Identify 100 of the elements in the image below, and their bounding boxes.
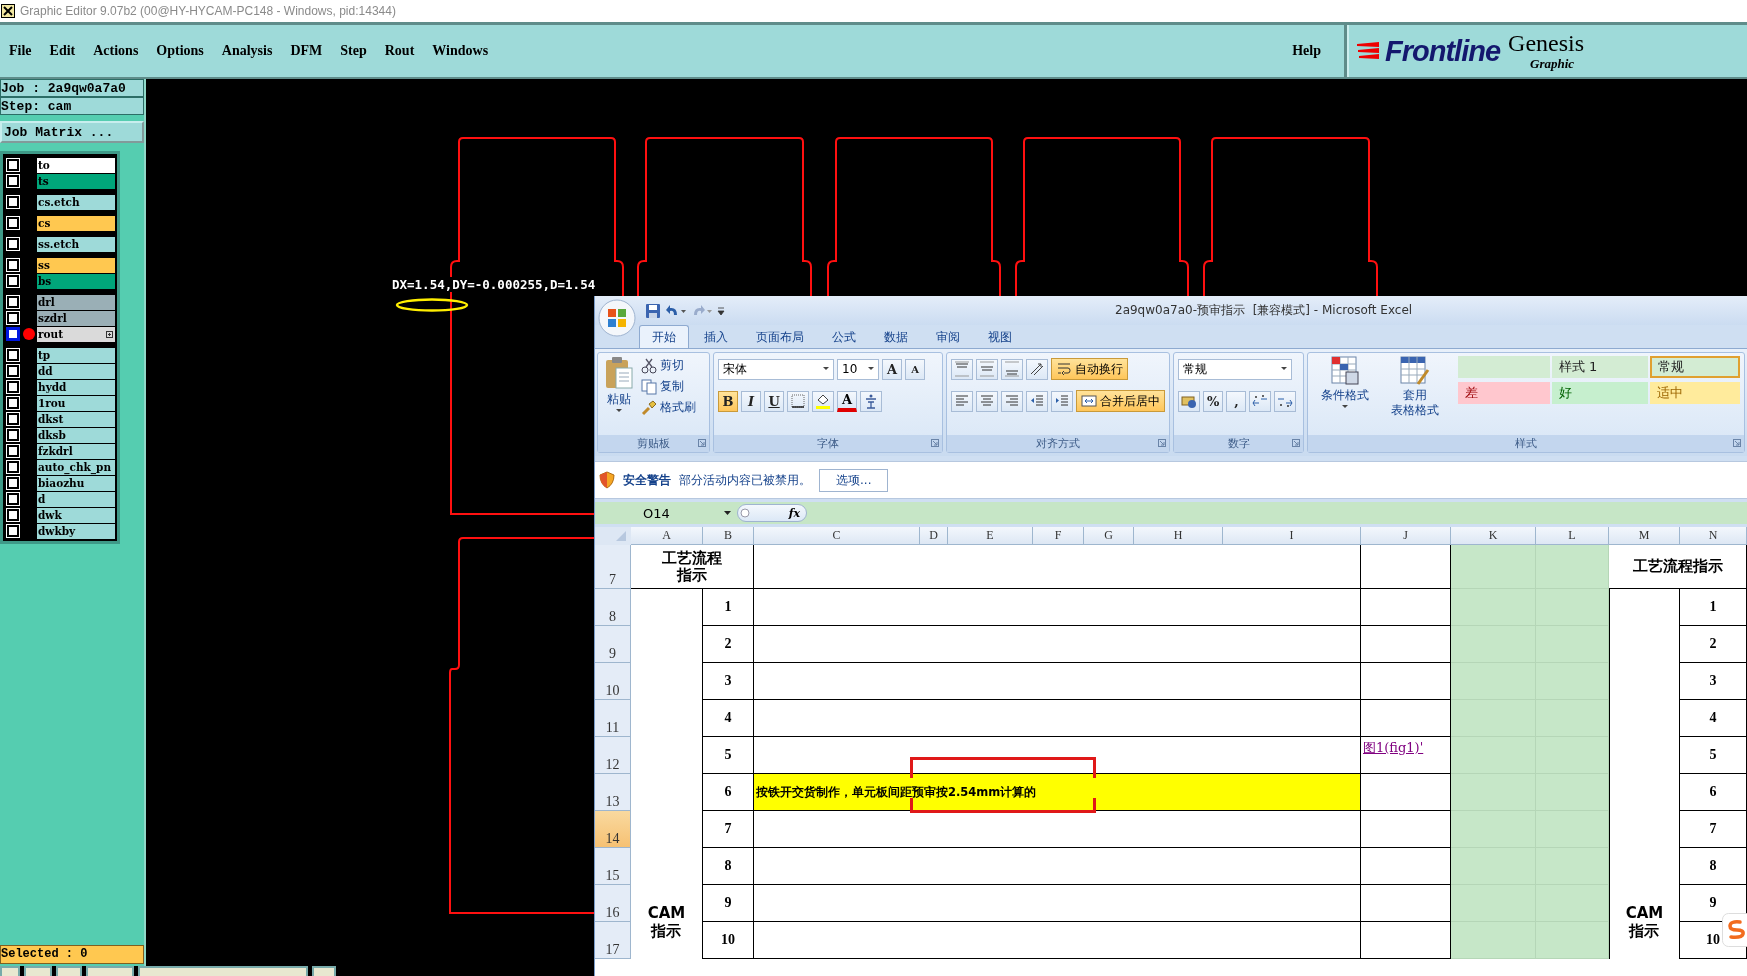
- decrease-indent-button[interactable]: [1026, 390, 1049, 412]
- conditional-format-button[interactable]: 条件格式: [1312, 356, 1378, 409]
- layer-name[interactable]: ts: [37, 173, 115, 189]
- layer-checkbox[interactable]: [7, 259, 19, 271]
- menu-item[interactable]: DFM: [281, 41, 332, 61]
- menu-item[interactable]: Edit: [40, 41, 85, 61]
- layer-checkbox[interactable]: [7, 397, 19, 409]
- menu-item[interactable]: Actions: [84, 41, 148, 61]
- layer-checkbox[interactable]: [7, 429, 19, 441]
- increase-indent-button[interactable]: [1051, 390, 1074, 412]
- column-header[interactable]: J: [1361, 527, 1451, 545]
- layer-checkbox[interactable]: [7, 461, 19, 473]
- layer-name[interactable]: to: [37, 157, 115, 173]
- layer-name[interactable]: dksb: [37, 427, 115, 443]
- ribbon-tab[interactable]: 开始: [639, 325, 689, 348]
- format-painter-button[interactable]: 格式刷: [640, 398, 697, 417]
- layer-checkbox[interactable]: [7, 509, 19, 521]
- cut-button[interactable]: 剪切: [640, 356, 697, 375]
- options-button[interactable]: 选项...: [819, 468, 889, 492]
- layer-name[interactable]: fzkdrl: [37, 443, 115, 459]
- column-header[interactable]: B: [703, 527, 754, 545]
- phonetic-button[interactable]: [860, 390, 883, 412]
- orientation-button[interactable]: [1026, 358, 1049, 380]
- layer-name[interactable]: tp: [37, 347, 115, 363]
- layer-checkbox[interactable]: [7, 349, 19, 361]
- row-header[interactable]: 7: [595, 545, 631, 589]
- layer-name[interactable]: rout: [37, 326, 115, 342]
- layer-name[interactable]: bs: [37, 273, 115, 289]
- align-center-button[interactable]: [976, 390, 999, 412]
- ribbon-tab[interactable]: 数据: [871, 325, 921, 348]
- layer-checkbox[interactable]: [7, 525, 19, 537]
- dialog-launcher-icon[interactable]: [1733, 439, 1741, 447]
- column-header[interactable]: C: [754, 527, 920, 545]
- align-middle-button[interactable]: [976, 358, 999, 380]
- row-header[interactable]: 12: [595, 737, 631, 774]
- layer-name[interactable]: ss: [37, 257, 115, 273]
- layer-name[interactable]: drl: [37, 294, 115, 310]
- cell-style-option[interactable]: 样式 1: [1552, 356, 1648, 378]
- layer-checkbox[interactable]: [7, 381, 19, 393]
- ribbon-tab[interactable]: 插入: [691, 325, 741, 348]
- layer-checkbox[interactable]: [7, 196, 19, 208]
- column-header[interactable]: E: [948, 527, 1033, 545]
- ribbon-tab[interactable]: 视图: [975, 325, 1025, 348]
- layer-checkbox[interactable]: [7, 217, 19, 229]
- help-menu[interactable]: Help: [1283, 41, 1330, 61]
- row-header[interactable]: 10: [595, 663, 631, 700]
- merge-center-button[interactable]: 合并后居中: [1076, 390, 1166, 412]
- row-header[interactable]: 9: [595, 626, 631, 663]
- layer-name[interactable]: biaozhu: [37, 475, 115, 491]
- row-header[interactable]: 16: [595, 885, 631, 922]
- column-header[interactable]: D: [920, 527, 948, 545]
- wrap-text-button[interactable]: 自动换行: [1051, 358, 1129, 380]
- border-button[interactable]: [787, 390, 810, 412]
- ribbon-tab[interactable]: 页面布局: [743, 325, 817, 348]
- insert-function-button[interactable]: fx: [788, 506, 800, 520]
- decrease-decimal-button[interactable]: [1274, 390, 1297, 412]
- format-as-table-button[interactable]: 套用 表格格式: [1382, 356, 1448, 418]
- menu-item[interactable]: Options: [147, 41, 213, 61]
- copy-button[interactable]: 复制: [640, 377, 697, 396]
- comma-style-button[interactable]: ,: [1226, 390, 1247, 412]
- grow-font-button[interactable]: A: [882, 358, 903, 380]
- layer-checkbox[interactable]: [7, 477, 19, 489]
- shrink-font-button[interactable]: A: [905, 358, 926, 380]
- layer-name[interactable]: dd: [37, 363, 115, 379]
- input-method-icon[interactable]: [1722, 913, 1747, 947]
- row-header[interactable]: 14: [595, 811, 631, 848]
- column-header[interactable]: A: [631, 527, 703, 545]
- layer-checkbox[interactable]: [7, 238, 19, 250]
- layer-checkbox[interactable]: [7, 275, 19, 287]
- ribbon-tab[interactable]: 审阅: [923, 325, 973, 348]
- row-header[interactable]: 11: [595, 700, 631, 737]
- row-header[interactable]: 13: [595, 774, 631, 811]
- paste-button[interactable]: 粘贴: [602, 356, 636, 413]
- column-header[interactable]: F: [1033, 527, 1084, 545]
- row-header[interactable]: 17: [595, 922, 631, 959]
- dialog-launcher-icon[interactable]: [931, 439, 940, 447]
- font-name-field[interactable]: 宋体: [718, 358, 835, 380]
- layer-name[interactable]: dwkby: [37, 523, 115, 539]
- layer-checkbox[interactable]: [7, 296, 19, 308]
- layer-checkbox[interactable]: [7, 175, 19, 187]
- layer-checkbox[interactable]: [7, 312, 19, 324]
- menu-item[interactable]: Windows: [423, 41, 498, 61]
- layer-name[interactable]: auto_chk_pn: [37, 459, 115, 475]
- layer-checkbox[interactable]: [7, 328, 19, 340]
- cell-style-option[interactable]: [1458, 356, 1550, 378]
- layer-checkbox[interactable]: [7, 365, 19, 377]
- column-header[interactable]: L: [1536, 527, 1609, 545]
- align-right-button[interactable]: [1001, 390, 1024, 412]
- save-icon[interactable]: [645, 302, 661, 319]
- dialog-launcher-icon[interactable]: [698, 439, 707, 447]
- layer-name[interactable]: szdrl: [37, 310, 115, 326]
- row-header[interactable]: 15: [595, 848, 631, 885]
- italic-button[interactable]: I: [741, 390, 762, 412]
- bold-button[interactable]: B: [718, 390, 739, 412]
- layer-name[interactable]: ss.etch: [37, 236, 115, 252]
- row-header[interactable]: 8: [595, 589, 631, 626]
- layer-name[interactable]: cs: [37, 215, 115, 231]
- dialog-launcher-icon[interactable]: [1158, 439, 1167, 447]
- layer-checkbox[interactable]: [7, 413, 19, 425]
- layer-name[interactable]: dkst: [37, 411, 115, 427]
